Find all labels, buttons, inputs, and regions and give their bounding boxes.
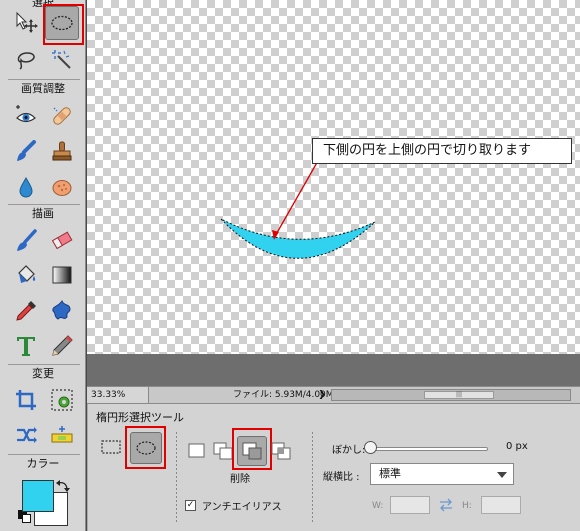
brush-tool-button[interactable]: [9, 224, 43, 258]
add-selection-icon: [213, 442, 233, 460]
feather-slider-track[interactable]: [370, 447, 488, 451]
section-label-color: カラー: [26, 457, 60, 470]
pencil-icon: [52, 335, 73, 356]
scrollbar-thumb[interactable]: |||: [424, 391, 494, 399]
options-divider: [312, 432, 313, 524]
highlight-box-ellipse-option: [125, 426, 166, 469]
custom-shape-tool-button[interactable]: [45, 294, 79, 328]
section-label-enhance: 画質調整: [21, 82, 65, 95]
anti-alias-option[interactable]: ✓ アンチエイリアス: [185, 498, 282, 513]
recompose-tool-button[interactable]: [45, 383, 79, 417]
chevron-down-icon: [497, 472, 507, 478]
sponge-icon: [52, 180, 72, 196]
move-tool-button[interactable]: [9, 6, 43, 40]
crop-tool-button[interactable]: [9, 383, 43, 417]
healing-brush-tool-button[interactable]: [45, 99, 79, 133]
annotation-callout: 下側の円を上側の円で切り取ります: [312, 138, 572, 164]
section-label-modify: 変更: [32, 367, 54, 380]
clone-stamp-tool-button[interactable]: [45, 135, 79, 169]
eye-icon: [16, 105, 36, 123]
horizontal-scrollbar[interactable]: |||: [331, 389, 571, 401]
section-divider: [8, 79, 80, 80]
status-bar: 33.33% ファイル: 5.93M/4.00M ❯ |||: [87, 386, 580, 404]
width-label: W:: [372, 501, 384, 511]
anti-alias-label: アンチエイリアス: [202, 502, 282, 513]
height-field[interactable]: [481, 496, 521, 514]
aspect-ratio-value: 標準: [379, 467, 401, 480]
foreground-color-swatch[interactable]: [22, 480, 54, 512]
default-colors-icon[interactable]: [18, 510, 32, 524]
tool-options-bar: 楕円形選択ツール 削除 ✓ アンチエイリアス ぼかし: 0 px 縦横比: 標…: [87, 404, 580, 531]
section-divider: [8, 364, 80, 365]
content-aware-move-tool-button[interactable]: [9, 418, 43, 452]
aspect-ratio-label: 縦横比 :: [323, 472, 360, 483]
zoom-level-field[interactable]: 33.33%: [87, 387, 149, 403]
intersect-selection-icon: [271, 442, 291, 460]
water-drop-icon: [19, 176, 33, 198]
rectangular-marquee-option[interactable]: [98, 434, 124, 460]
eyedropper-tool-button[interactable]: [9, 294, 43, 328]
stamp-icon: [52, 141, 72, 161]
feather-label: ぼかし:: [332, 445, 366, 456]
swap-colors-icon[interactable]: [56, 478, 70, 492]
section-divider: [8, 204, 80, 205]
paint-bucket-tool-button[interactable]: [9, 258, 43, 292]
brush-icon: [17, 140, 36, 161]
paint-bucket-icon: [18, 265, 36, 283]
height-label: H:: [462, 501, 472, 511]
gradient-tool-button[interactable]: [45, 258, 79, 292]
crescent-shape: [220, 218, 376, 259]
magic-wand-icon: [52, 50, 71, 69]
rect-marquee-icon: [101, 440, 121, 454]
sponge-tool-button[interactable]: [45, 170, 79, 204]
canvas-workspace-background: [87, 354, 580, 386]
new-selection-option[interactable]: [184, 438, 210, 464]
level-icon: [51, 426, 73, 443]
canvas-artwork: [220, 151, 376, 259]
crop-icon: [16, 390, 36, 410]
paintbrush-icon: [17, 229, 37, 251]
eraser-icon: [51, 231, 73, 250]
magic-wand-tool-button[interactable]: [45, 43, 79, 77]
bandage-icon: [53, 107, 71, 125]
width-field[interactable]: [390, 496, 430, 514]
highlight-box-marquee-tool: [43, 4, 84, 45]
lasso-icon: [17, 52, 35, 70]
tools-panel: 選択 画質調整 描画 変更 カラー: [0, 0, 86, 531]
lasso-tool-button[interactable]: [9, 43, 43, 77]
recompose-gear-icon: [51, 389, 73, 411]
swap-dimensions-icon[interactable]: [438, 497, 454, 513]
eraser-tool-button[interactable]: [45, 224, 79, 258]
text-tool-button[interactable]: [9, 329, 43, 363]
anti-alias-checkbox[interactable]: ✓: [185, 500, 196, 511]
text-t-icon: [17, 337, 35, 356]
section-divider: [8, 454, 80, 455]
move-icon: [16, 11, 38, 33]
document-canvas[interactable]: 下側の円を上側の円で切り取ります: [87, 0, 580, 354]
red-eye-tool-button[interactable]: [9, 99, 43, 133]
smart-brush-tool-button[interactable]: [9, 135, 43, 169]
new-selection-icon: [188, 443, 205, 458]
editor-window: 選択 画質調整 描画 変更 カラー 下側の円を上側の円で切り取ります 33.33…: [0, 0, 580, 531]
shuffle-arrows-icon: [17, 427, 37, 443]
gradient-icon: [52, 266, 72, 284]
feather-slider-handle[interactable]: [364, 441, 377, 454]
callout-arrow-line: [273, 151, 324, 239]
section-label-draw: 描画: [32, 207, 54, 220]
tool-options-title: 楕円形選択ツール: [96, 411, 184, 424]
aspect-ratio-select[interactable]: 標準: [370, 463, 514, 485]
pencil-tool-button[interactable]: [45, 329, 79, 363]
straighten-tool-button[interactable]: [45, 418, 79, 452]
subtract-label: 削除: [230, 474, 250, 485]
intersect-selection-option[interactable]: [268, 438, 294, 464]
feather-value: 0 px: [506, 441, 528, 452]
eyedropper-icon: [16, 301, 36, 321]
blur-tool-button[interactable]: [9, 170, 43, 204]
custom-shape-icon: [52, 299, 71, 320]
highlight-box-subtract-option: [232, 428, 272, 470]
status-menu-arrow-icon[interactable]: ❯: [317, 387, 327, 403]
options-divider: [176, 432, 177, 524]
